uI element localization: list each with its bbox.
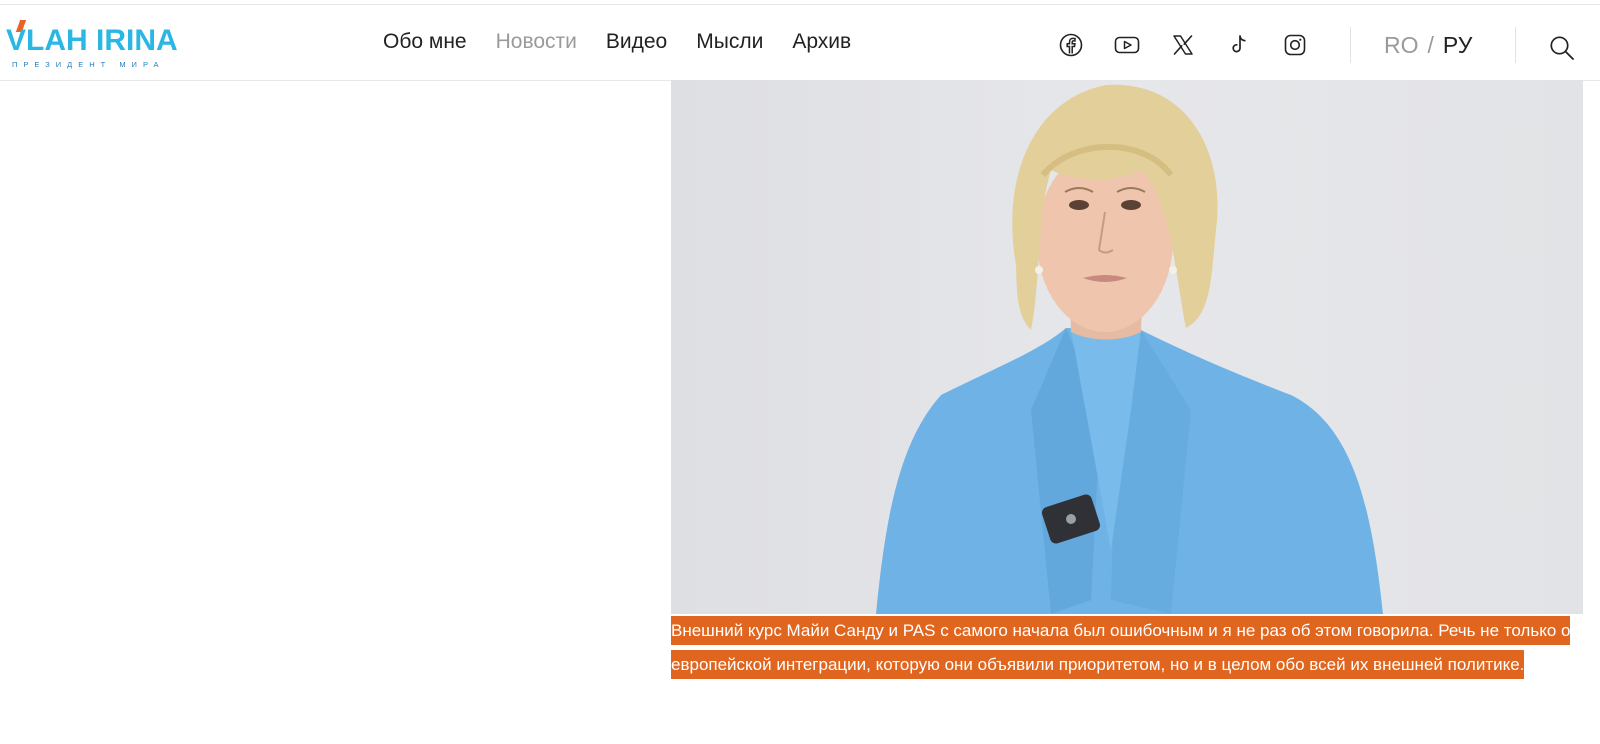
article-caption: Внешний курс Майи Санду и PAS с самого н… bbox=[671, 614, 1583, 682]
caption-text: Внешний курс Майи Санду и PAS с самого н… bbox=[671, 616, 1571, 679]
lang-ro[interactable]: RO bbox=[1384, 32, 1419, 58]
facebook-icon[interactable] bbox=[1058, 32, 1084, 58]
header-divider bbox=[1350, 27, 1351, 63]
logo-subtitle: ПРЕЗИДЕНТ МИРА bbox=[12, 60, 165, 69]
nav-thoughts[interactable]: Мысли bbox=[696, 27, 763, 63]
instagram-icon[interactable] bbox=[1282, 32, 1308, 58]
portrait-illustration bbox=[876, 84, 1383, 614]
nav-news[interactable]: Новости bbox=[496, 27, 577, 63]
nav-about[interactable]: Обо мне bbox=[383, 27, 467, 63]
site-header: VLAH IRINA ПРЕЗИДЕНТ МИРА Обо мне Новост… bbox=[0, 5, 1600, 81]
logo-text: VLAH IRINA bbox=[6, 24, 178, 57]
header-divider bbox=[1515, 27, 1516, 63]
nav-archive[interactable]: Архив bbox=[792, 27, 851, 63]
lang-ru[interactable]: РУ bbox=[1443, 32, 1472, 58]
language-switcher: RO / РУ bbox=[1384, 30, 1472, 60]
site-logo[interactable]: VLAH IRINA ПРЕЗИДЕНТ МИРА bbox=[6, 20, 196, 70]
main-navigation: Обо мне Новости Видео Мысли Архив bbox=[383, 27, 880, 63]
article-photo bbox=[671, 80, 1583, 614]
tiktok-icon[interactable] bbox=[1226, 32, 1252, 58]
lang-separator: / bbox=[1427, 32, 1434, 58]
social-links bbox=[1058, 32, 1338, 58]
nav-video[interactable]: Видео bbox=[606, 27, 667, 63]
search-icon[interactable] bbox=[1549, 35, 1575, 61]
youtube-icon[interactable] bbox=[1114, 32, 1140, 58]
x-icon[interactable] bbox=[1170, 32, 1196, 58]
